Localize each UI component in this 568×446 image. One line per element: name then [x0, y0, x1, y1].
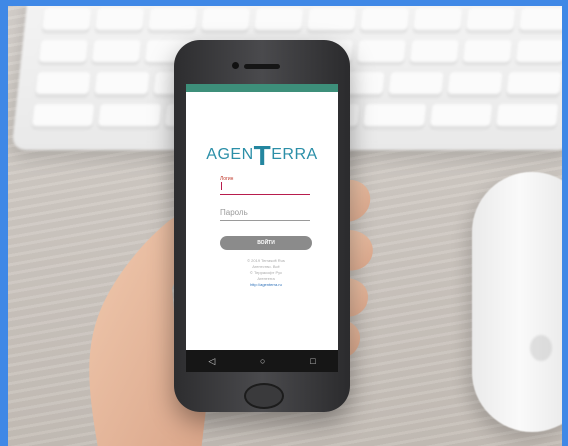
photo-background: AGENTERRA Логин Пароль ВОЙТИ © 2019 Terr…	[0, 0, 568, 446]
logo-left-text: AGEN	[206, 146, 254, 163]
password-input-underline	[220, 220, 310, 221]
apple-logo-icon	[530, 335, 552, 361]
home-circle-icon[interactable]: ○	[260, 356, 265, 366]
android-nav-bar: ◁ ○ □	[186, 350, 338, 372]
computer-mouse	[472, 172, 568, 432]
password-field[interactable]: Пароль	[220, 208, 310, 221]
recent-square-icon[interactable]: □	[310, 356, 315, 366]
logo-t-letter: T	[253, 140, 272, 171]
front-camera-icon	[232, 62, 239, 69]
blue-frame-left	[0, 0, 8, 446]
smartphone: AGENTERRA Логин Пароль ВОЙТИ © 2019 Terr…	[174, 40, 350, 412]
password-placeholder: Пароль	[220, 208, 248, 217]
earpiece-speaker	[244, 64, 280, 69]
keyboard-row	[41, 8, 568, 32]
home-button[interactable]	[244, 383, 284, 409]
blue-frame-top	[0, 0, 568, 6]
text-cursor	[221, 182, 222, 190]
copyright-block: © 2019 Terrasoft Rus Агентство. Всё © Те…	[214, 258, 318, 288]
phone-screen: AGENTERRA Логин Пароль ВОЙТИ © 2019 Terr…	[186, 84, 338, 372]
status-bar	[186, 84, 338, 92]
blue-frame-right	[562, 0, 568, 446]
back-triangle-icon[interactable]: ◁	[208, 356, 215, 367]
app-logo: AGENTERRA	[186, 140, 338, 171]
login-field-label: Логин	[220, 176, 234, 182]
logo-right-text: ERRA	[271, 146, 318, 163]
website-link[interactable]: http://agenterra.ru	[214, 282, 318, 288]
login-field[interactable]: Логин	[220, 176, 310, 195]
login-button[interactable]: ВОЙТИ	[220, 236, 312, 250]
login-input-underline	[220, 194, 310, 195]
